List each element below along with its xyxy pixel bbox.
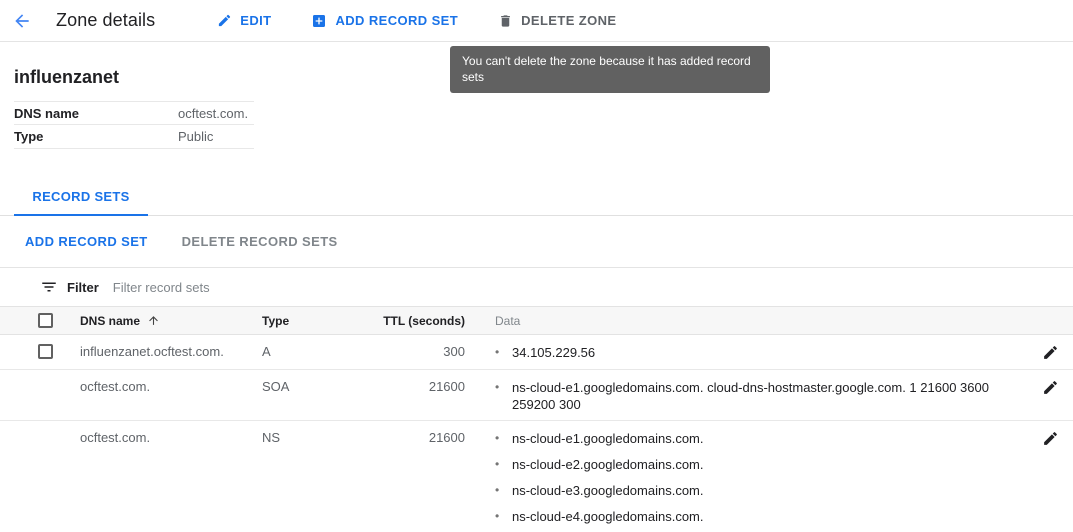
edit-zone-label: EDIT (240, 13, 271, 28)
delete-record-sets-button[interactable]: DELETE RECORD SETS (182, 234, 338, 249)
row-select-cell (0, 379, 80, 413)
delete-zone-button[interactable]: DELETE ZONE (498, 13, 616, 29)
property-label: DNS name (14, 106, 178, 121)
row-data-list: •ns-cloud-e1.googledomains.com.•ns-cloud… (495, 430, 1021, 525)
filter-label: Filter (67, 280, 99, 295)
zone-property-dns-name: DNS name ocftest.com. (14, 101, 254, 125)
row-data-item: •34.105.229.56 (495, 344, 1021, 361)
record-set-toolbar: ADD RECORD SET DELETE RECORD SETS (0, 216, 1073, 268)
bullet-icon: • (495, 508, 512, 525)
property-value: Public (178, 129, 213, 144)
record-sets-table: DNS name Type TTL (seconds) Data influen… (0, 306, 1073, 532)
column-header-data: Data (465, 314, 1021, 328)
property-value: ocftest.com. (178, 106, 248, 121)
row-type: A (262, 344, 372, 362)
header-actions: EDIT ADD RECORD SET DELETE ZONE (217, 13, 616, 29)
table-row: ocftest.com.NS21600•ns-cloud-e1.googledo… (0, 421, 1073, 532)
row-data-list: •34.105.229.56 (495, 344, 1021, 361)
page-header: Zone details EDIT ADD RECORD SET DELETE … (0, 0, 1073, 42)
edit-zone-button[interactable]: EDIT (217, 13, 271, 28)
row-ttl: 21600 (372, 430, 465, 525)
bullet-icon: • (495, 344, 512, 361)
row-data-value: ns-cloud-e1.googledomains.com. cloud-dns… (512, 379, 1021, 413)
edit-record-button[interactable] (1042, 344, 1059, 362)
zone-properties: DNS name ocftest.com. Type Public (14, 101, 254, 149)
add-record-set-header-button[interactable]: ADD RECORD SET (311, 13, 458, 29)
column-header-ttl[interactable]: TTL (seconds) (372, 314, 465, 328)
row-data-value: ns-cloud-e1.googledomains.com. (512, 430, 704, 447)
select-all-checkbox[interactable] (38, 313, 53, 328)
row-select-cell (0, 344, 80, 362)
row-checkbox[interactable] (38, 344, 53, 359)
page-title: Zone details (56, 10, 155, 31)
record-table-body: influenzanet.ocftest.com.A300•34.105.229… (0, 335, 1073, 532)
row-data-value: 34.105.229.56 (512, 344, 595, 361)
pencil-icon (1042, 344, 1059, 361)
bullet-icon: • (495, 456, 512, 473)
row-select-cell (0, 430, 80, 525)
column-header-type[interactable]: Type (262, 314, 372, 328)
row-ttl: 300 (372, 344, 465, 362)
tab-record-sets[interactable]: RECORD SETS (14, 180, 148, 216)
delete-zone-tooltip: You can't delete the zone because it has… (450, 46, 770, 93)
tab-bar: RECORD SETS (0, 180, 1073, 216)
row-data-item: •ns-cloud-e4.googledomains.com. (495, 508, 1021, 525)
bullet-icon: • (495, 379, 512, 413)
row-type: NS (262, 430, 372, 525)
row-ttl: 21600 (372, 379, 465, 413)
row-edit-cell (1021, 430, 1073, 525)
row-type: SOA (262, 379, 372, 413)
bullet-icon: • (495, 430, 512, 447)
row-data-cell: •ns-cloud-e1.googledomains.com.•ns-cloud… (465, 430, 1021, 525)
pencil-icon (217, 13, 232, 28)
edit-record-button[interactable] (1042, 430, 1059, 448)
row-dns-name: ocftest.com. (80, 379, 262, 413)
sort-ascending-icon (147, 314, 160, 327)
filter-bar: Filter (0, 268, 1073, 306)
filter-list-icon (40, 278, 58, 296)
row-data-value: ns-cloud-e2.googledomains.com. (512, 456, 704, 473)
add-record-set-header-label: ADD RECORD SET (335, 13, 458, 28)
table-row: influenzanet.ocftest.com.A300 •34.105.229… (0, 335, 1073, 370)
row-data-item: •ns-cloud-e2.googledomains.com. (495, 456, 1021, 473)
row-data-item: •ns-cloud-e1.googledomains.com. cloud-dn… (495, 379, 1021, 413)
pencil-icon (1042, 379, 1059, 396)
row-dns-name: ocftest.com. (80, 430, 262, 525)
add-box-icon (311, 13, 327, 29)
table-row: ocftest.com.SOA21600 •ns-cloud-e1.googled… (0, 370, 1073, 421)
row-data-value: ns-cloud-e3.googledomains.com. (512, 482, 704, 499)
filter-input[interactable] (113, 280, 1073, 295)
property-label: Type (14, 129, 178, 144)
row-data-cell: •ns-cloud-e1.googledomains.com. cloud-dn… (465, 379, 1021, 413)
table-header-row: DNS name Type TTL (seconds) Data (0, 306, 1073, 335)
delete-zone-label: DELETE ZONE (521, 13, 616, 28)
trash-icon (498, 13, 513, 29)
row-data-item: •ns-cloud-e3.googledomains.com. (495, 482, 1021, 499)
row-edit-cell (1021, 379, 1073, 413)
row-data-list: •ns-cloud-e1.googledomains.com. cloud-dn… (495, 379, 1021, 413)
row-data-value: ns-cloud-e4.googledomains.com. (512, 508, 704, 525)
row-edit-cell (1021, 344, 1073, 362)
zone-property-type: Type Public (14, 125, 254, 149)
pencil-icon (1042, 430, 1059, 447)
row-data-item: •ns-cloud-e1.googledomains.com. (495, 430, 1021, 447)
arrow-back-icon (12, 11, 32, 31)
row-data-cell: •34.105.229.56 (465, 344, 1021, 362)
edit-record-button[interactable] (1042, 379, 1059, 397)
bullet-icon: • (495, 482, 512, 499)
column-header-dns-name[interactable]: DNS name (80, 314, 140, 328)
back-button[interactable] (12, 11, 32, 31)
add-record-set-button[interactable]: ADD RECORD SET (25, 234, 148, 249)
row-dns-name: influenzanet.ocftest.com. (80, 344, 262, 362)
